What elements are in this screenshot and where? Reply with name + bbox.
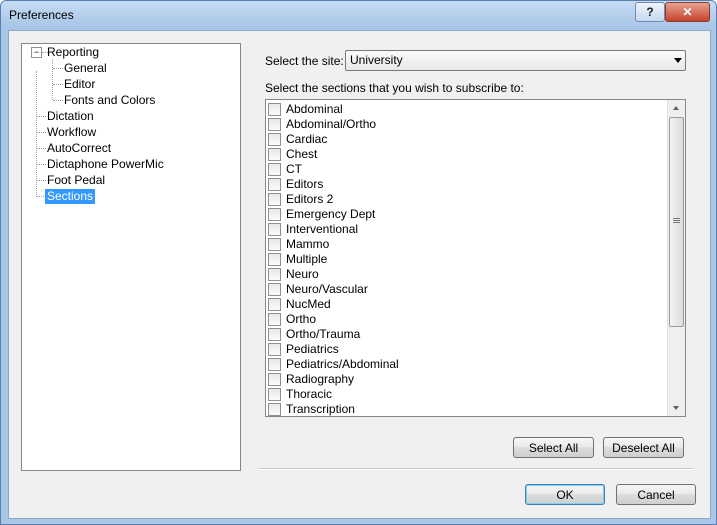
tree-item-sections[interactable]: Sections	[45, 189, 96, 204]
tree-item-foot-pedal[interactable]: Foot Pedal	[45, 173, 107, 188]
select-all-button[interactable]: Select All	[513, 437, 594, 458]
section-label: Radiography	[286, 372, 355, 386]
section-checkbox[interactable]	[268, 388, 281, 401]
section-label: Neuro/Vascular	[286, 282, 368, 296]
scrollbar-grip	[673, 218, 680, 219]
section-label: Chest	[286, 147, 318, 161]
tree-item-general[interactable]: General	[62, 61, 109, 76]
scroll-down-arrow-icon[interactable]	[673, 406, 679, 410]
site-select-value: University	[350, 53, 403, 67]
window-title: Preferences	[9, 8, 74, 22]
section-checkbox[interactable]	[268, 103, 281, 116]
deselect-all-button[interactable]: Deselect All	[603, 437, 684, 458]
sections-checklist[interactable]: Transcription Thoracic Radiography Pediatri…	[265, 99, 686, 417]
footer-divider	[259, 468, 693, 470]
section-label: Cardiac	[286, 132, 328, 146]
dropdown-arrow-icon	[674, 58, 682, 63]
section-checkbox[interactable]	[268, 223, 281, 236]
title-bar: Preferences ? ✕	[1, 1, 716, 29]
section-label: Multiple	[286, 252, 328, 266]
section-checkbox[interactable]	[268, 403, 281, 416]
section-checkbox[interactable]	[268, 358, 281, 371]
dialog-client-area: − Reporting General Editor Fonts and Col…	[8, 30, 711, 519]
section-label: Editors 2	[286, 192, 334, 206]
tree-item-dictaphone-powermic[interactable]: Dictaphone PowerMic	[45, 157, 166, 172]
section-checkbox[interactable]	[268, 268, 281, 281]
collapse-toggle-icon[interactable]: −	[31, 47, 42, 58]
site-label: Select the site:	[265, 54, 344, 68]
scrollbar-thumb[interactable]	[669, 117, 684, 327]
tree-item-fonts-and-colors[interactable]: Fonts and Colors	[62, 93, 157, 108]
section-checkbox[interactable]	[268, 373, 281, 386]
section-label: Editors	[286, 177, 324, 191]
sections-scrollbar[interactable]	[667, 100, 685, 416]
section-label: Emergency Dept	[286, 207, 376, 221]
scroll-up-arrow-icon[interactable]	[673, 106, 679, 110]
section-checkbox[interactable]	[268, 298, 281, 311]
section-checkbox[interactable]	[268, 133, 281, 146]
help-button[interactable]: ?	[635, 2, 665, 22]
section-checkbox[interactable]	[268, 343, 281, 356]
tree-connector-line	[36, 71, 37, 197]
ok-button[interactable]: OK	[525, 484, 605, 505]
tree-item-dictation[interactable]: Dictation	[45, 109, 96, 124]
section-checkbox[interactable]	[268, 178, 281, 191]
sections-label: Select the sections that you wish to sub…	[265, 81, 524, 95]
section-label: Interventional	[286, 222, 359, 236]
section-label: Mammo	[286, 237, 330, 251]
section-label: Transcription	[286, 402, 355, 416]
section-label: Abdominal	[286, 102, 343, 116]
section-checkbox[interactable]	[268, 328, 281, 341]
section-checkbox[interactable]	[268, 238, 281, 251]
section-checkbox[interactable]	[268, 148, 281, 161]
section-checkbox[interactable]	[268, 208, 281, 221]
scrollbar-grip	[673, 222, 680, 223]
section-checkbox[interactable]	[268, 163, 281, 176]
tree-item-workflow[interactable]: Workflow	[45, 125, 98, 140]
section-label: NucMed	[286, 297, 331, 311]
section-checkbox[interactable]	[268, 283, 281, 296]
section-label: CT	[286, 162, 302, 176]
section-label: Neuro	[286, 267, 319, 281]
section-label: Pediatrics	[286, 342, 339, 356]
preferences-window: Preferences ? ✕ − Reporting General Edit…	[0, 0, 717, 525]
section-label: Ortho	[286, 312, 317, 326]
section-checkbox[interactable]	[268, 118, 281, 131]
section-checkbox[interactable]	[268, 193, 281, 206]
tree-item-reporting[interactable]: Reporting	[45, 45, 101, 60]
site-select[interactable]: University	[345, 50, 686, 71]
section-checkbox[interactable]	[268, 253, 281, 266]
section-label: Abdominal/Ortho	[286, 117, 377, 131]
cancel-button[interactable]: Cancel	[616, 484, 696, 505]
tree-connector-line	[52, 59, 53, 100]
scrollbar-grip	[673, 220, 680, 221]
tree-item-editor[interactable]: Editor	[62, 77, 97, 92]
section-label: Thoracic	[286, 387, 333, 401]
section-checkbox[interactable]	[268, 313, 281, 326]
section-label: Ortho/Trauma	[286, 327, 361, 341]
preferences-tree: − Reporting General Editor Fonts and Col…	[21, 43, 241, 471]
close-button[interactable]: ✕	[665, 2, 710, 22]
section-label: Pediatrics/Abdominal	[286, 357, 399, 371]
tree-item-autocorrect[interactable]: AutoCorrect	[45, 141, 113, 156]
